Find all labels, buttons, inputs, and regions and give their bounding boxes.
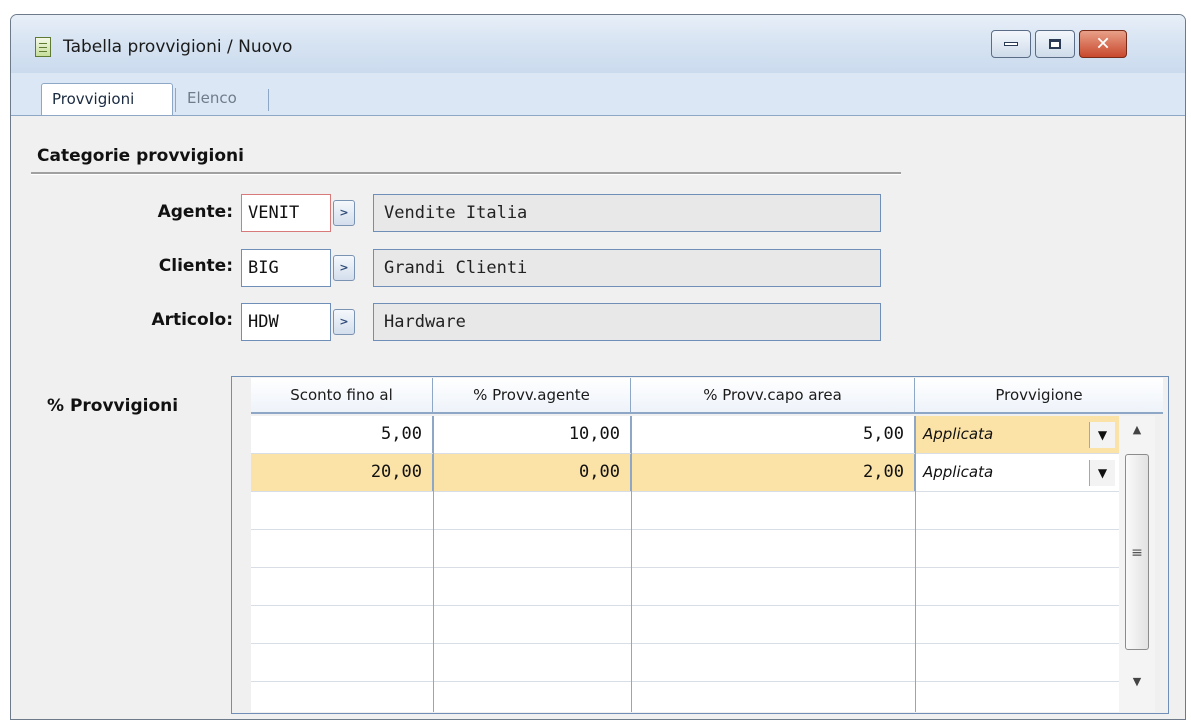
articolo-description: Hardware bbox=[373, 303, 881, 341]
column-divider bbox=[433, 416, 434, 712]
agente-description: Vendite Italia bbox=[373, 194, 881, 232]
table-document-icon bbox=[35, 37, 51, 57]
column-divider bbox=[631, 416, 632, 712]
window-title: Tabella provvigioni / Nuovo bbox=[63, 37, 293, 57]
link-arrow-icon: > bbox=[339, 315, 349, 328]
table-row[interactable]: 5,00 10,00 5,00 Applicata ▼ bbox=[251, 416, 1119, 454]
maximize-icon bbox=[1049, 39, 1061, 49]
cliente-zoom-button[interactable]: > bbox=[333, 255, 355, 281]
link-arrow-icon: > bbox=[339, 261, 349, 274]
chevron-down-icon[interactable]: ▼ bbox=[1089, 460, 1115, 486]
grid-body: 5,00 10,00 5,00 Applicata ▼ 20,00 0,00 2… bbox=[251, 416, 1119, 712]
grid-header: Sconto fino al % Provv.agente % Provv.ca… bbox=[251, 378, 1163, 414]
cell-provvigione-select[interactable]: Applicata ▼ bbox=[915, 454, 1119, 491]
cell-sconto[interactable]: 20,00 bbox=[251, 454, 433, 491]
table-row[interactable] bbox=[251, 682, 1119, 719]
articolo-zoom-button[interactable]: > bbox=[333, 309, 355, 335]
table-row[interactable] bbox=[251, 492, 1119, 530]
cell-sconto[interactable]: 5,00 bbox=[251, 416, 433, 453]
articolo-label: Articolo: bbox=[151, 310, 233, 330]
scroll-down-icon[interactable]: ▼ bbox=[1119, 668, 1155, 696]
scroll-up-icon[interactable]: ▲ bbox=[1119, 416, 1155, 444]
tab-bar: Provvigioni Elenco bbox=[11, 73, 1185, 115]
title-bar: Tabella provvigioni / Nuovo ✕ bbox=[11, 15, 1185, 73]
section-title: Categorie provvigioni bbox=[37, 146, 244, 166]
grid-label: % Provvigioni bbox=[47, 396, 179, 416]
table-row[interactable] bbox=[251, 644, 1119, 682]
section-divider bbox=[31, 172, 901, 175]
cliente-label: Cliente: bbox=[158, 256, 233, 276]
cliente-code-field[interactable]: BIG bbox=[241, 249, 331, 287]
cell-provv-capo-area[interactable]: 5,00 bbox=[631, 416, 915, 453]
table-row[interactable] bbox=[251, 606, 1119, 644]
minimize-button[interactable] bbox=[991, 30, 1031, 58]
commission-table-window: Tabella provvigioni / Nuovo ✕ Provvigion… bbox=[10, 14, 1186, 720]
cell-provv-agente[interactable]: 10,00 bbox=[433, 416, 631, 453]
cell-provvigione-select[interactable]: Applicata ▼ bbox=[915, 416, 1119, 453]
provvigione-value: Applicata bbox=[923, 425, 994, 443]
scroll-thumb[interactable]: ≡ bbox=[1125, 454, 1149, 650]
form-panel: Categorie provvigioni Agente: VENIT > Ve… bbox=[11, 115, 1185, 719]
agente-label: Agente: bbox=[157, 202, 233, 222]
column-header-provv-capo-area[interactable]: % Provv.capo area bbox=[631, 378, 915, 412]
maximize-button[interactable] bbox=[1035, 30, 1075, 58]
close-button[interactable]: ✕ bbox=[1079, 30, 1127, 58]
table-row[interactable] bbox=[251, 568, 1119, 606]
column-header-sconto[interactable]: Sconto fino al bbox=[251, 378, 433, 412]
column-header-provvigione[interactable]: Provvigione bbox=[915, 378, 1163, 412]
agente-zoom-button[interactable]: > bbox=[333, 200, 355, 226]
cell-provv-capo-area[interactable]: 2,00 bbox=[631, 454, 915, 491]
articolo-code-field[interactable]: HDW bbox=[241, 303, 331, 341]
link-arrow-icon: > bbox=[339, 206, 349, 219]
table-row[interactable]: 20,00 0,00 2,00 Applicata ▼ bbox=[251, 454, 1119, 492]
tab-provvigioni[interactable]: Provvigioni bbox=[41, 83, 176, 115]
chevron-down-icon[interactable]: ▼ bbox=[1089, 422, 1115, 448]
grid-scrollbar[interactable]: ▲ ≡ ▼ bbox=[1119, 416, 1155, 712]
cell-provv-agente[interactable]: 0,00 bbox=[433, 454, 631, 491]
column-header-provv-agente[interactable]: % Provv.agente bbox=[433, 378, 631, 412]
provvigione-value: Applicata bbox=[923, 463, 994, 481]
close-icon: ✕ bbox=[1095, 33, 1111, 55]
table-row[interactable] bbox=[251, 530, 1119, 568]
minimize-icon bbox=[1004, 42, 1018, 46]
tab-elenco[interactable]: Elenco bbox=[179, 83, 269, 115]
column-divider bbox=[915, 416, 916, 712]
agente-code-field[interactable]: VENIT bbox=[241, 194, 331, 232]
cliente-description: Grandi Clienti bbox=[373, 249, 881, 287]
